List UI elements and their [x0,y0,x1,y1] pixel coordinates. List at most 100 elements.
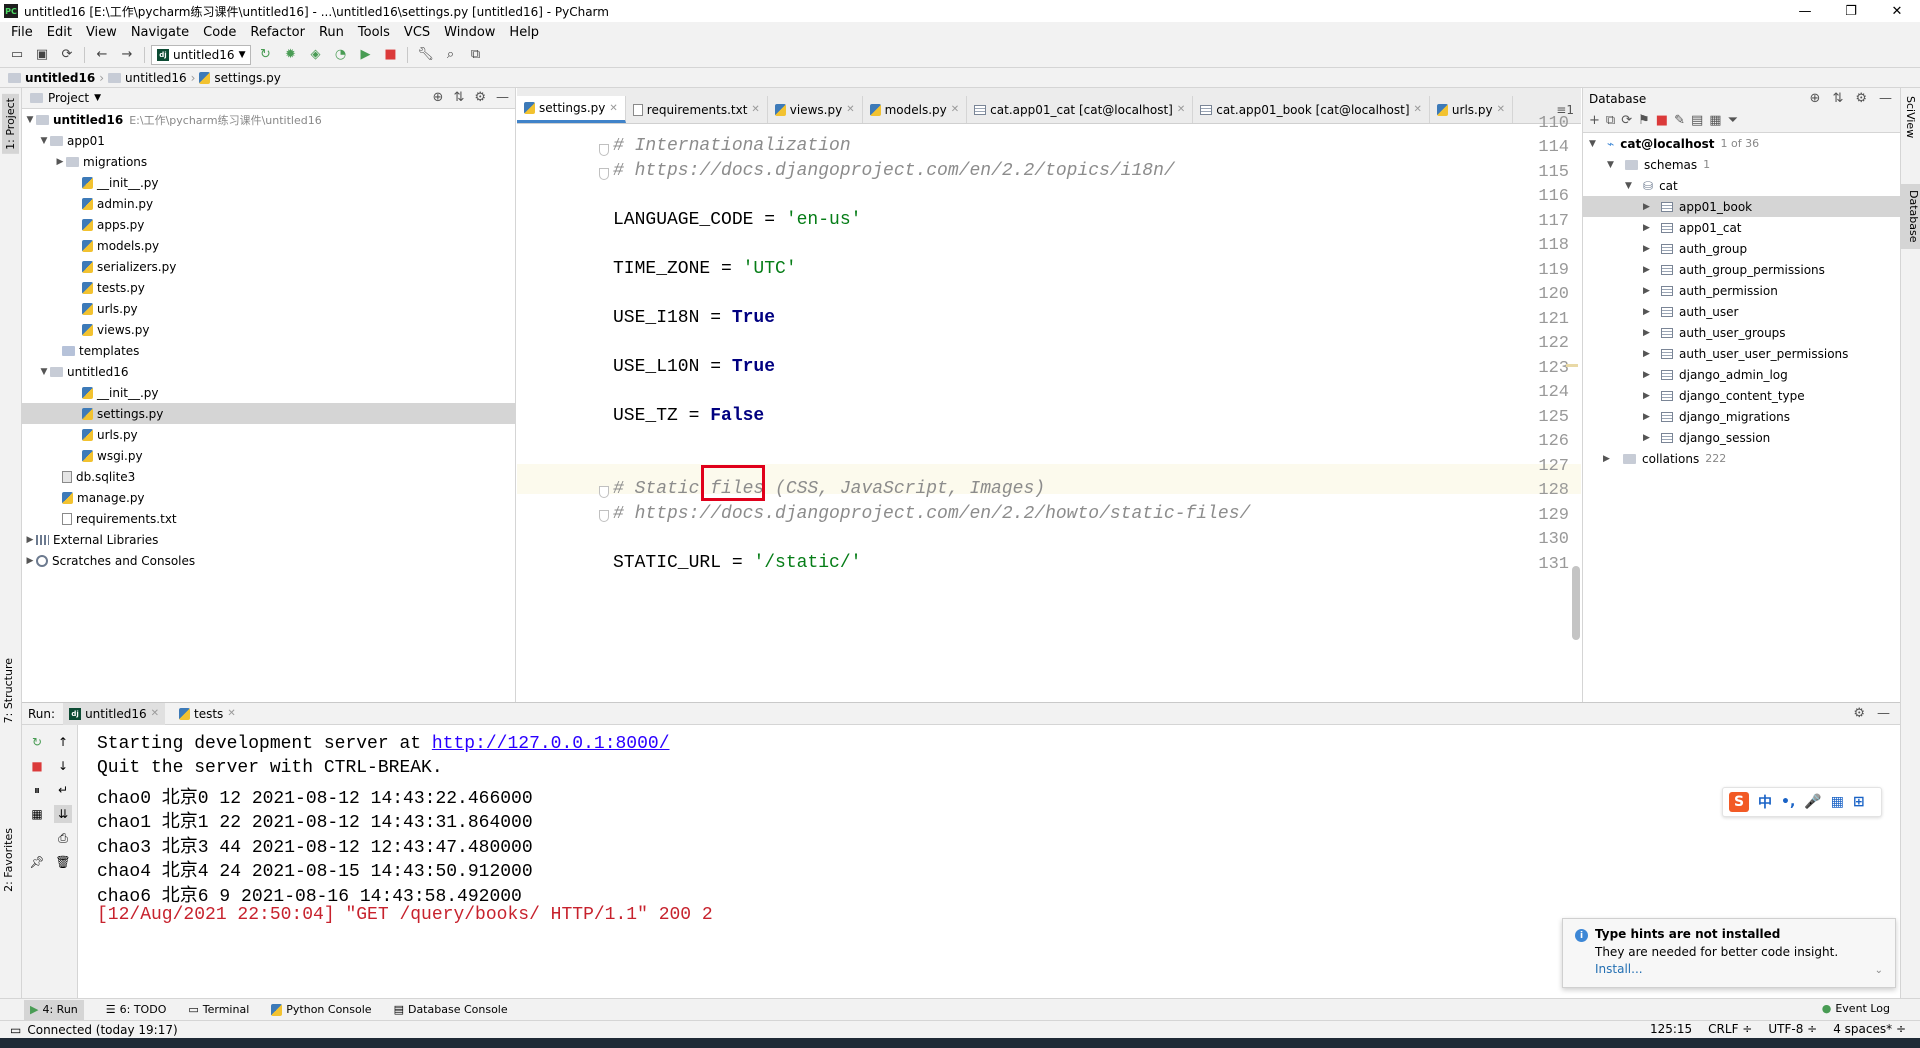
collapse-all-icon[interactable]: ⇅ [453,90,464,105]
editor-scrollbar[interactable] [1572,566,1580,640]
down-arrow-icon[interactable]: ↓ [54,757,72,775]
chevron-right-icon[interactable]: ▶ [1643,244,1657,254]
chevron-right-icon[interactable]: ▶ [1643,307,1657,317]
chevron-down-icon[interactable]: ▼ [38,136,50,146]
pause-icon[interactable]: ⏸ [28,781,46,799]
chevron-right-icon[interactable]: ▶ [24,556,36,566]
db-connection[interactable]: ▼ ⌁ cat@localhost 1 of 36 [1583,133,1900,154]
tree-item-models[interactable]: models.py [22,235,515,256]
close-icon[interactable]: ✕ [751,104,759,115]
tree-item-urls[interactable]: urls.py [22,424,515,445]
sogou-logo-icon[interactable]: S [1729,792,1749,812]
tree-item-settings[interactable]: settings.py [22,403,515,424]
fold-marker-icon[interactable] [599,168,609,180]
forward-icon[interactable]: → [116,45,138,65]
tree-item-init[interactable]: __init__.py [22,382,515,403]
db-table-item[interactable]: ▶ django_session [1583,427,1900,448]
chevron-down-icon[interactable]: ▼ [1625,181,1639,191]
chevron-right-icon[interactable]: ▶ [1643,370,1657,380]
hide-icon[interactable]: — [1879,91,1892,106]
stop-icon[interactable]: ■ [28,757,46,775]
code-line[interactable]: USE_TZ = False [613,406,764,426]
tool-tab-database-console[interactable]: ▤ Database Console [394,1003,508,1016]
favorites-tool-tab[interactable]: 2: Favorites [2,828,15,892]
chevron-right-icon[interactable]: ▶ [1643,286,1657,296]
ime-punctuation-icon[interactable]: •, [1781,794,1795,810]
chevron-right-icon[interactable]: ▶ [1643,412,1657,422]
chevron-right-icon[interactable]: ▶ [1643,349,1657,359]
breadcrumb-package[interactable]: untitled16 [125,71,187,85]
profile-icon[interactable]: ◔ [329,45,351,65]
chevron-down-icon[interactable]: ▼ [1589,139,1603,149]
chevron-right-icon[interactable]: ▶ [1603,454,1617,464]
rerun-icon[interactable]: ↻ [28,733,46,751]
menu-view[interactable]: View [79,25,124,40]
back-icon[interactable]: ← [91,45,113,65]
filter-icon[interactable]: ⏷ [1728,113,1738,128]
close-icon[interactable]: ✕ [846,104,854,115]
fold-marker-icon[interactable] [599,510,609,522]
run-configuration-select[interactable]: dj untitled16 ▼ [151,44,252,65]
chevron-right-icon[interactable]: ▶ [1643,433,1657,443]
tool-tab-python-console[interactable]: Python Console [271,1003,372,1016]
fold-marker-icon[interactable] [599,486,609,498]
chevron-right-icon[interactable]: ▶ [1643,391,1657,401]
close-icon[interactable]: ✕ [227,708,235,719]
encoding-select[interactable]: UTF-8 ÷ [1768,1022,1817,1036]
run-tab-tests[interactable]: tests ✕ [173,703,242,725]
tab-requirements[interactable]: requirements.txt ✕ [626,96,768,123]
db-collations[interactable]: ▶ collations 222 [1583,448,1900,469]
rerun-icon[interactable]: ↻ [254,45,276,65]
pin-icon[interactable]: 📌︎ [28,853,46,871]
tree-item-views[interactable]: views.py [22,319,515,340]
run-tab-untitled16[interactable]: dj untitled16 ✕ [63,702,166,725]
database-tool-tab[interactable]: Database [1901,184,1920,249]
warning-stripe-marker[interactable] [1566,364,1578,367]
tree-item-init[interactable]: __init__.py [22,172,515,193]
debug-icon[interactable]: ✹ [279,45,301,65]
copy-icon[interactable]: ⧉ [1606,113,1615,128]
chevron-right-icon[interactable]: ▶ [1643,265,1657,275]
tab-app01-book[interactable]: cat.app01_book [cat@localhost] ✕ [1193,96,1430,123]
tree-root[interactable]: ▼ untitled16 E:\工作\pycharm练习课件\untitled1… [22,109,515,130]
db-table-item[interactable]: ▶ auth_user_groups [1583,322,1900,343]
console-icon[interactable]: ▤ [1691,113,1703,128]
line-separator-select[interactable]: CRLF ÷ [1708,1022,1752,1036]
close-icon[interactable]: ✕ [1177,104,1185,115]
db-table-item[interactable]: ▶ auth_user [1583,301,1900,322]
stop-icon[interactable]: ■ [1656,113,1668,128]
gear-icon[interactable]: ⚙ [474,90,486,105]
close-icon[interactable]: ✕ [951,104,959,115]
db-table-item[interactable]: ▶ auth_user_user_permissions [1583,343,1900,364]
ime-chinese-mode[interactable]: 中 [1758,792,1772,812]
soft-wrap-icon[interactable]: ↵ [54,781,72,799]
table-view-icon[interactable]: ▦ [1709,113,1721,128]
tree-item-scratches[interactable]: ▶ Scratches and Consoles [22,550,515,571]
chevron-down-icon[interactable]: ▼ [38,367,50,377]
tree-item-serializers[interactable]: serializers.py [22,256,515,277]
db-table-item[interactable]: ▶ auth_group_permissions [1583,259,1900,280]
scroll-to-end-icon[interactable]: ⇊ [54,805,72,823]
menu-edit[interactable]: Edit [40,25,79,40]
chevron-right-icon[interactable]: ▶ [1643,328,1657,338]
tool-tab-todo[interactable]: ☰ 6: TODO [106,1003,167,1016]
fold-marker-icon[interactable] [599,144,609,156]
menu-window[interactable]: Window [437,25,502,40]
tool-tab-event-log[interactable]: ● Event Log [1822,1002,1890,1015]
tree-item-requirements[interactable]: requirements.txt [22,508,515,529]
tree-item-templates[interactable]: templates [22,340,515,361]
refresh-icon[interactable]: ⟳ [1621,113,1632,128]
collapse-all-icon[interactable]: ⇅ [1832,91,1843,106]
locate-icon[interactable]: ⊕ [1810,91,1821,106]
gear-icon[interactable]: ⚙ [1855,91,1867,106]
tree-item-db[interactable]: db.sqlite3 [22,466,515,487]
close-icon[interactable]: ✕ [151,708,159,719]
minimize-button[interactable]: — [1782,0,1828,22]
menu-code[interactable]: Code [196,25,243,40]
db-table-item[interactable]: ▶ app01_book [1583,196,1900,217]
open-folder-icon[interactable]: ▭ [6,45,28,65]
tab-models[interactable]: models.py ✕ [863,96,968,123]
project-view-select[interactable]: Project [48,91,89,105]
db-table-item[interactable]: ▶ django_admin_log [1583,364,1900,385]
ide-features-icon[interactable]: ⧉ [464,45,486,65]
